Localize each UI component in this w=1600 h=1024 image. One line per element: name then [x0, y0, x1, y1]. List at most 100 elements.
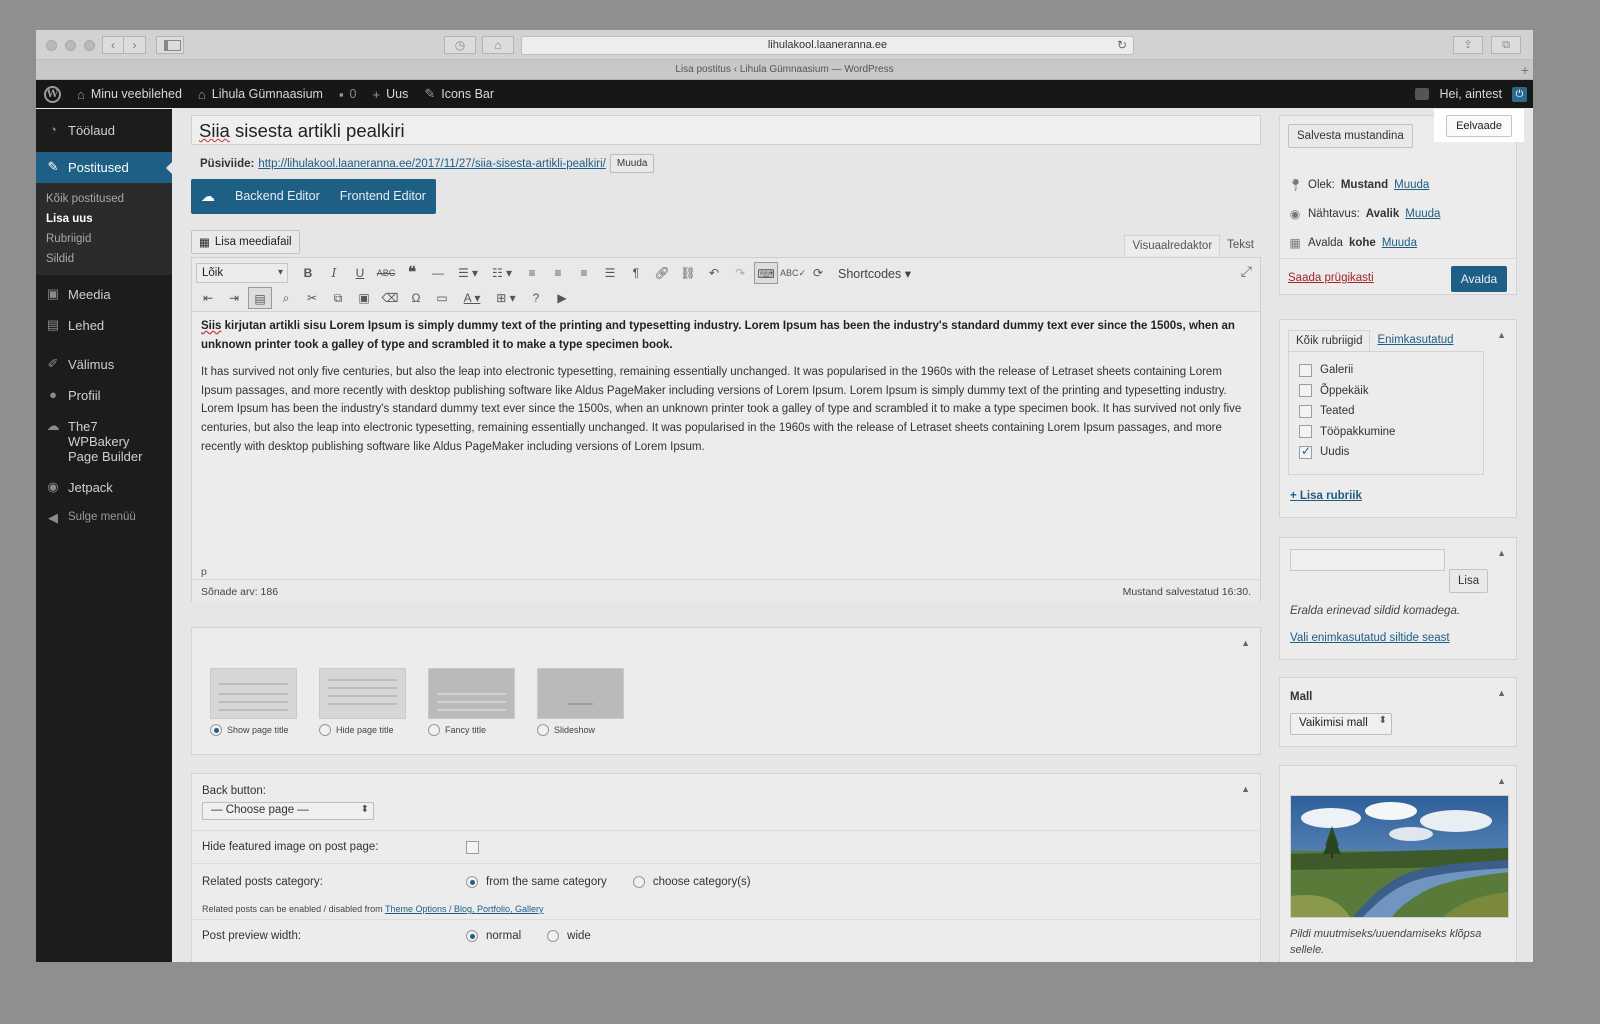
undo-icon[interactable]: ↶: [702, 262, 726, 284]
category-item[interactable]: Tööpakkumine: [1299, 422, 1473, 443]
collapse-arrow-icon[interactable]: ▲: [1241, 638, 1250, 648]
menu-item-jetpack[interactable]: ◉ Jetpack: [36, 472, 172, 503]
schedule-edit-link[interactable]: Muuda: [1382, 237, 1417, 249]
tab-title[interactable]: Lisa postitus ‹ Lihula Gümnaasium — Word…: [675, 64, 893, 75]
collapse-arrow-icon[interactable]: ▲: [1497, 548, 1506, 558]
post-title-input[interactable]: Siia sisesta artikli pealkiri: [191, 115, 1261, 145]
new-tab-icon[interactable]: +: [1521, 60, 1529, 80]
menu-item-wpbakery[interactable]: ☁ The7 WPBakery Page Builder: [36, 411, 172, 472]
tab-visual[interactable]: Visuaalredaktor: [1124, 235, 1221, 256]
align-center-icon[interactable]: ≡: [546, 262, 570, 284]
paste-icon[interactable]: ▣: [352, 287, 376, 309]
strikethrough-icon[interactable]: ABC: [374, 262, 398, 284]
bullet-list-icon[interactable]: ☰ ▾: [452, 262, 484, 284]
fullscreen-icon[interactable]: ⤢: [1241, 263, 1252, 280]
tab-text[interactable]: Tekst: [1220, 235, 1261, 256]
category-checkbox[interactable]: [1299, 444, 1312, 459]
special-character-icon[interactable]: Ω: [404, 287, 428, 309]
minimize-window-button[interactable]: [65, 40, 76, 51]
reload-icon[interactable]: ↻: [1117, 37, 1127, 54]
wp-logo-menu[interactable]: W: [36, 80, 69, 108]
forward-button[interactable]: ›: [124, 36, 146, 54]
category-item[interactable]: Õppekäik: [1299, 381, 1473, 402]
zoom-window-button[interactable]: [84, 40, 95, 51]
preview-normal-radio[interactable]: [466, 930, 478, 942]
unlink-icon[interactable]: ⛓: [676, 262, 700, 284]
backend-editor-button[interactable]: Backend Editor: [225, 179, 330, 214]
visibility-edit-link[interactable]: Muuda: [1405, 208, 1440, 220]
menu-item-pages[interactable]: ▤ Lehed: [36, 310, 172, 341]
address-bar[interactable]: lihulakool.laaneranna.ee ↻: [521, 36, 1134, 55]
format-select[interactable]: Lõik: [196, 263, 288, 283]
collapse-arrow-icon[interactable]: ▲: [1497, 330, 1506, 340]
paragraph-icon[interactable]: ¶: [624, 262, 648, 284]
read-more-icon[interactable]: ▭: [430, 287, 454, 309]
numbered-list-icon[interactable]: ☷ ▾: [486, 262, 518, 284]
sidebar-toggle-button[interactable]: [156, 36, 184, 54]
shortcodes-dropdown[interactable]: Shortcodes ▾: [832, 266, 917, 281]
category-checkbox[interactable]: [1299, 384, 1312, 398]
back-button[interactable]: ‹: [102, 36, 124, 54]
choose-popular-tags-link[interactable]: Vali enimkasutatud siltide seast: [1290, 632, 1450, 644]
add-category-link[interactable]: + Lisa rubriik: [1290, 490, 1362, 502]
back-button-select[interactable]: — Choose page —: [202, 802, 374, 820]
table-icon[interactable]: ⊞ ▾: [490, 287, 522, 309]
preview-wide-radio[interactable]: [547, 930, 560, 942]
justify-icon[interactable]: ☰: [598, 262, 622, 284]
menu-item-appearance[interactable]: ✐ Välimus: [36, 349, 172, 380]
cut-icon[interactable]: ✂: [300, 287, 324, 309]
redo-icon[interactable]: ↷: [728, 262, 752, 284]
template-radio[interactable]: [210, 724, 222, 736]
copy-icon[interactable]: ⧉: [326, 287, 350, 309]
my-sites-menu[interactable]: ⌂ Minu veebilehed: [69, 80, 190, 108]
status-edit-link[interactable]: Muuda: [1394, 179, 1429, 191]
menu-item-dashboard[interactable]: ◔ Töölaud: [36, 115, 172, 146]
template-show-title[interactable]: Show page title: [210, 668, 297, 736]
permalink-edit-button[interactable]: Muuda: [609, 154, 655, 173]
tab-all-categories[interactable]: Kõik rubriigid: [1288, 330, 1371, 351]
tag-input[interactable]: [1290, 549, 1445, 571]
submenu-add-new[interactable]: Lisa uus: [36, 209, 172, 229]
submenu-categories[interactable]: Rubriigid: [36, 229, 172, 249]
collapse-arrow-icon[interactable]: ▲: [1497, 688, 1506, 698]
refresh-icon[interactable]: ⟳: [806, 262, 830, 284]
link-icon[interactable]: 🔗︎: [650, 262, 674, 284]
category-item[interactable]: Teated: [1299, 401, 1473, 422]
paste-text-icon[interactable]: ▤: [248, 287, 272, 309]
category-checkbox[interactable]: [1299, 404, 1312, 418]
italic-icon[interactable]: I: [322, 262, 346, 284]
editor-body[interactable]: Siis kirjutan artikli sisu Lorem Ipsum i…: [201, 317, 1252, 465]
submenu-tags[interactable]: Sildid: [36, 249, 172, 269]
related-same-radio[interactable]: [466, 876, 478, 888]
add-media-button[interactable]: ▦ Lisa meediafail: [191, 230, 300, 254]
icons-bar-menu[interactable]: ✎ Icons Bar: [416, 80, 502, 108]
template-fancy-title[interactable]: Fancy title: [428, 668, 515, 736]
new-content-menu[interactable]: + Uus: [365, 80, 417, 108]
featured-image[interactable]: [1290, 795, 1509, 918]
history-icon[interactable]: ◷: [444, 36, 476, 54]
find-icon[interactable]: ⌕: [274, 287, 298, 309]
category-checkbox[interactable]: [1299, 363, 1312, 377]
collapse-arrow-icon[interactable]: ▲: [1497, 776, 1506, 786]
home-icon[interactable]: ⌂: [482, 36, 514, 54]
category-item[interactable]: Galerii: [1299, 360, 1473, 381]
media-embed-icon[interactable]: ▶: [550, 287, 574, 309]
account-greeting[interactable]: Hei, aintest: [1439, 87, 1502, 101]
publish-button[interactable]: Avalda: [1451, 266, 1507, 292]
notification-icon[interactable]: [1415, 88, 1430, 100]
tabs-overview-icon[interactable]: ⧉: [1491, 36, 1521, 54]
frontend-editor-button[interactable]: Frontend Editor: [330, 179, 436, 214]
power-icon[interactable]: ⏻: [1512, 86, 1527, 102]
horizontal-line-icon[interactable]: —: [426, 262, 450, 284]
text-color-icon[interactable]: A ▾: [456, 287, 488, 309]
menu-item-media[interactable]: ▣ Meedia: [36, 279, 172, 310]
bold-icon[interactable]: B: [296, 262, 320, 284]
indent-icon[interactable]: ⇥: [222, 287, 246, 309]
align-left-icon[interactable]: ≡: [520, 262, 544, 284]
template-hide-title[interactable]: Hide page title: [319, 668, 406, 736]
close-window-button[interactable]: [46, 40, 57, 51]
category-checkbox[interactable]: [1299, 425, 1312, 439]
save-draft-button[interactable]: Salvesta mustandina: [1288, 124, 1413, 148]
submenu-all-posts[interactable]: Kõik postitused: [36, 189, 172, 209]
outdent-icon[interactable]: ⇤: [196, 287, 220, 309]
